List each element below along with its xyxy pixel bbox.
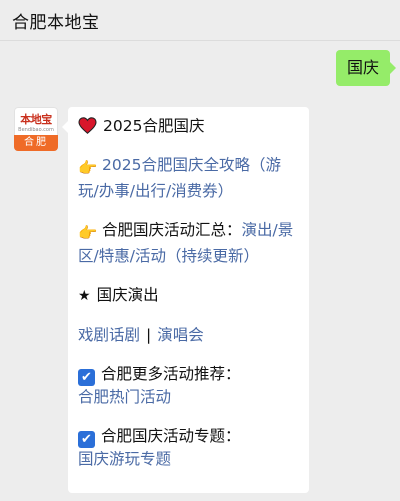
reply-headline: 2025合肥国庆 (103, 117, 205, 135)
hot-link-row: 合肥热门活动 (78, 386, 299, 409)
shows-title: 国庆演出 (96, 286, 159, 304)
concert-link[interactable]: 演唱会 (157, 326, 204, 344)
avatar-logo-sub: Bendibao.com (18, 127, 54, 133)
more-row: ✔ 合肥更多活动推荐： (78, 363, 299, 386)
link-separator: | (146, 326, 152, 344)
activity-prefix: 合肥国庆活动汇总： (102, 221, 242, 239)
check-icon: ✔ (78, 431, 95, 448)
guide-row: 👉 2025合肥国庆全攻略（游玩/办事/出行/消费券） (78, 154, 299, 203)
activity-row: 👉 合肥国庆活动汇总：演出/景区/特惠/活动（持续更新） (78, 219, 299, 268)
shows-title-row: ★ 国庆演出 (78, 284, 299, 308)
reply-headline-row: 2025合肥国庆 (78, 115, 299, 138)
topic-row: ✔ 合肥国庆活动专题： (78, 425, 299, 448)
topic-link-row: 国庆游玩专题 (78, 448, 299, 471)
topic-title: 合肥国庆活动专题： (101, 427, 241, 445)
star-icon: ★ (78, 288, 91, 304)
check-icon: ✔ (78, 369, 95, 386)
avatar[interactable]: 本地宝 Bendibao.com 合肥 (14, 107, 58, 151)
avatar-logo-band: 合肥 (14, 135, 58, 151)
drama-link[interactable]: 戏剧话剧 (78, 326, 140, 344)
pointing-hand-icon: 👉 (78, 159, 98, 177)
topic-link[interactable]: 国庆游玩专题 (78, 450, 171, 468)
pointing-hand-icon: 👉 (78, 224, 98, 242)
hot-activities-link[interactable]: 合肥热门活动 (78, 388, 171, 406)
bot-reply-bubble: 2025合肥国庆 👉 2025合肥国庆全攻略（游玩/办事/出行/消费券） 👉 合肥国… (62, 107, 309, 493)
user-message-bubble: 国庆 (335, 50, 397, 86)
more-title: 合肥更多活动推荐： (101, 365, 241, 383)
guide-link[interactable]: 2025合肥国庆全攻略（游玩/办事/出行/消费券） (78, 156, 281, 200)
chat-title: 合肥本地宝 (12, 13, 100, 33)
heart-icon (78, 117, 97, 134)
chat-header: 合肥本地宝 (0, 0, 400, 41)
avatar-logo-text: 本地宝 (20, 113, 52, 126)
shows-links-row: 戏剧话剧 | 演唱会 (78, 324, 299, 347)
